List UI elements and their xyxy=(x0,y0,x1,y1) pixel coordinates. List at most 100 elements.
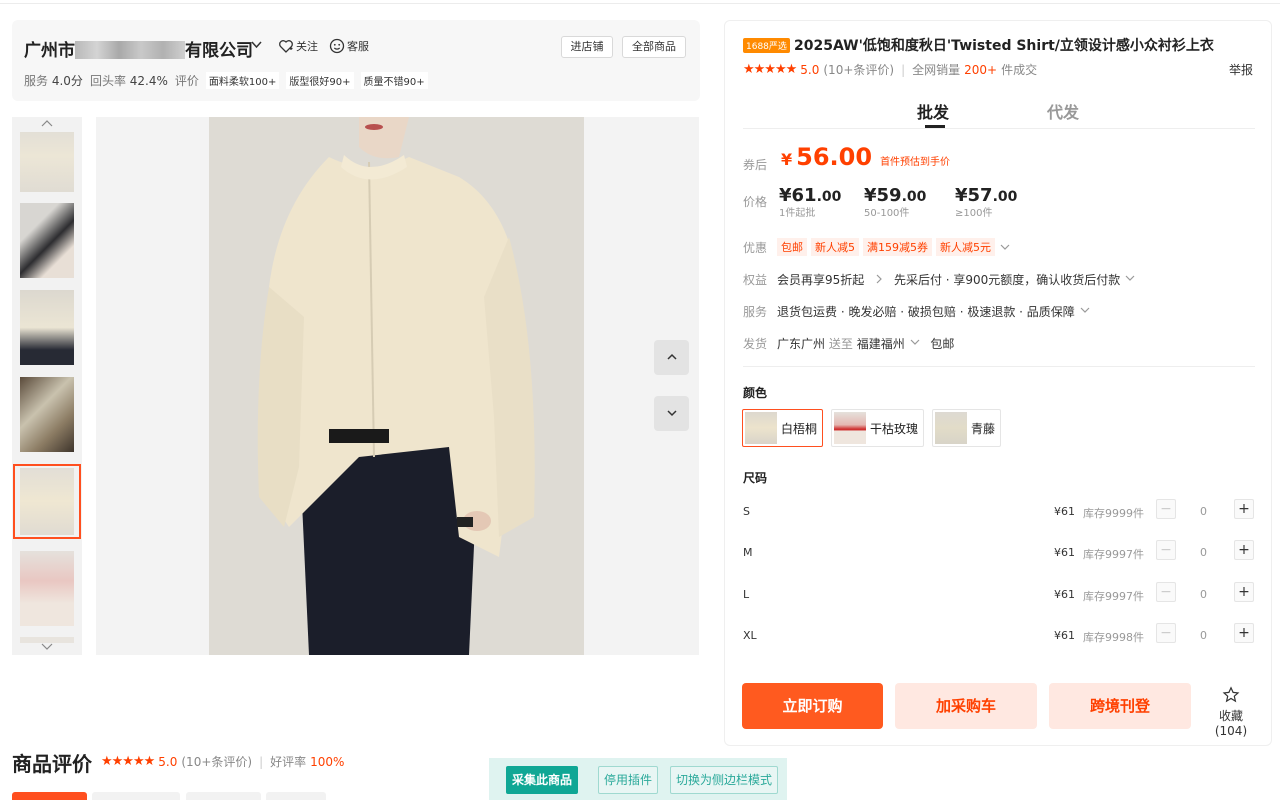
coupon-label: 券后 xyxy=(743,158,768,172)
decrease-button[interactable]: − xyxy=(1156,540,1176,560)
promo-tag: 新人减5元 xyxy=(936,238,995,256)
follow-button[interactable]: 关注 xyxy=(278,38,318,54)
image-next-button[interactable] xyxy=(654,396,689,431)
coupon-price-value: 56.00 xyxy=(796,143,873,171)
services-line[interactable]: 退货包运费 · 晚发必赔 · 破损包赔 · 极速退款 · 品质保障 xyxy=(777,303,1091,320)
sales-prefix: 全网销量 xyxy=(912,63,961,77)
customer-service-button[interactable]: 客服 xyxy=(329,38,369,54)
thumbnail[interactable] xyxy=(20,290,74,365)
rating-line: ★★★★★ 5.0 (10+条评价) | 全网销量 200+ 件成交 xyxy=(743,61,1037,78)
review-tab[interactable] xyxy=(92,792,180,800)
services-text: 退货包运费 · 晚发必赔 · 破损包赔 · 极速退款 · 品质保障 xyxy=(777,305,1075,319)
plugin-toolbar: 采集此商品 停用插件 切换为侧边栏模式 xyxy=(489,758,787,800)
chevron-down-icon[interactable] xyxy=(250,38,263,55)
increase-button[interactable]: + xyxy=(1234,540,1254,560)
product-panel: 1688严选 2025AW'低饱和度秋日'Twisted Shirt/立领设计感… xyxy=(724,20,1272,746)
repurchase-label: 回头率 xyxy=(89,74,126,88)
quantity-input[interactable]: 0 xyxy=(1200,505,1207,518)
increase-button[interactable]: + xyxy=(1234,623,1254,643)
shop-name-suffix: 有限公司 xyxy=(185,41,253,61)
chevron-up-icon[interactable] xyxy=(12,118,82,130)
tier-range: ≥100件 xyxy=(955,208,993,219)
currency-symbol: ¥ xyxy=(864,185,877,206)
ship-to[interactable]: 福建福州 xyxy=(857,337,905,351)
promo-tag: 新人减5 xyxy=(811,238,859,256)
sales-value: 200+ xyxy=(964,62,998,77)
review-tab-active[interactable] xyxy=(12,792,87,800)
price-tier: ¥57.00 ≥100件 xyxy=(955,185,1017,219)
currency-symbol: ¥ xyxy=(955,185,968,206)
color-title: 颜色 xyxy=(743,386,768,400)
report-link[interactable]: 举报 xyxy=(1229,61,1253,78)
review-tag: 质量不错90+ xyxy=(360,72,428,89)
main-image-area xyxy=(96,117,699,655)
quantity-input[interactable]: 0 xyxy=(1200,588,1207,601)
size-name: S xyxy=(743,505,750,518)
heart-plus-icon xyxy=(279,40,293,53)
shipping-line: 广东广州 送至 福建福州 包邮 xyxy=(777,335,954,352)
rights-label: 权益 xyxy=(743,273,768,287)
rating-score: 5.0 xyxy=(800,62,820,77)
thumbnail[interactable] xyxy=(20,132,74,192)
cross-border-button[interactable]: 跨境刊登 xyxy=(1049,683,1191,729)
size-stock: 库存9998件 xyxy=(1083,631,1144,644)
size-price: ¥61 xyxy=(1054,505,1075,518)
chevron-up-icon xyxy=(666,353,677,360)
decrease-button[interactable]: − xyxy=(1156,499,1176,519)
thumbnail[interactable] xyxy=(20,551,74,626)
active-tab-underline xyxy=(925,125,945,128)
size-name: L xyxy=(743,588,750,601)
sidebar-mode-button[interactable]: 切换为侧边栏模式 xyxy=(670,766,778,794)
tier-price-dec: .00 xyxy=(992,189,1018,205)
smile-icon xyxy=(329,38,345,54)
decrease-button[interactable]: − xyxy=(1156,623,1176,643)
thumbnail-selected[interactable] xyxy=(13,464,81,539)
color-option-selected[interactable]: 白梧桐 xyxy=(742,409,824,447)
review-count: (10+条评价) xyxy=(181,755,253,769)
product-photo[interactable] xyxy=(209,117,584,655)
review-score: 5.0 xyxy=(158,754,178,769)
free-shipping: 包邮 xyxy=(930,337,955,351)
chevron-down-icon xyxy=(1000,244,1010,250)
services-label: 服务 xyxy=(743,305,768,319)
disable-plugin-button[interactable]: 停用插件 xyxy=(598,766,658,794)
chevron-down-icon[interactable] xyxy=(12,642,82,654)
decrease-button[interactable]: − xyxy=(1156,582,1176,602)
tab-dropship[interactable]: 代发 xyxy=(1047,99,1079,123)
size-row: XL ¥61 库存9998件 − 0 + xyxy=(743,623,1255,649)
color-option[interactable]: 干枯玫瑰 xyxy=(831,409,925,447)
review-tag: 面料柔软100+ xyxy=(205,72,280,89)
collect-product-button[interactable]: 采集此商品 xyxy=(506,766,578,794)
thumbnail[interactable] xyxy=(20,377,74,452)
shop-name[interactable]: 广州市 有限公司 xyxy=(24,36,253,61)
review-tab[interactable] xyxy=(186,792,261,800)
buy-now-button[interactable]: 立即订购 xyxy=(742,683,883,729)
tier-price-int: 61 xyxy=(791,185,817,206)
promo-tags[interactable]: 包邮 新人减5 满159减5券 新人减5元 xyxy=(777,238,1011,256)
chevron-down-icon[interactable] xyxy=(909,336,921,348)
tier-range: 50-100件 xyxy=(864,208,910,219)
repurchase-value: 42.4% xyxy=(129,74,168,88)
increase-button[interactable]: + xyxy=(1234,499,1254,519)
review-tab[interactable] xyxy=(266,792,326,800)
image-prev-button[interactable] xyxy=(654,340,689,375)
size-price: ¥61 xyxy=(1054,546,1075,559)
review-label: 评价 xyxy=(174,74,199,88)
tab-wholesale[interactable]: 批发 xyxy=(917,99,949,123)
thumbnail[interactable] xyxy=(20,203,74,278)
size-stock: 库存9999件 xyxy=(1083,507,1144,520)
service-label: 客服 xyxy=(347,40,369,53)
all-products-button[interactable]: 全部商品 xyxy=(622,36,686,58)
increase-button[interactable]: + xyxy=(1234,582,1254,602)
favorite-button[interactable]: 收藏(104) xyxy=(1203,686,1259,738)
chevron-down-icon xyxy=(1125,275,1135,281)
quantity-input[interactable]: 0 xyxy=(1200,546,1207,559)
quantity-input[interactable]: 0 xyxy=(1200,629,1207,642)
color-option[interactable]: 青藤 xyxy=(932,409,1002,447)
rights-line[interactable]: 会员再享95折起 先采后付 · 享900元额度，确认收货后付款 xyxy=(777,271,1136,288)
rating-count[interactable]: (10+条评价) xyxy=(823,61,894,78)
add-to-cart-button[interactable]: 加采购车 xyxy=(895,683,1037,729)
follow-label: 关注 xyxy=(296,40,318,53)
yanxuan-badge: 1688严选 xyxy=(743,38,790,53)
enter-store-button[interactable]: 进店铺 xyxy=(561,36,613,58)
